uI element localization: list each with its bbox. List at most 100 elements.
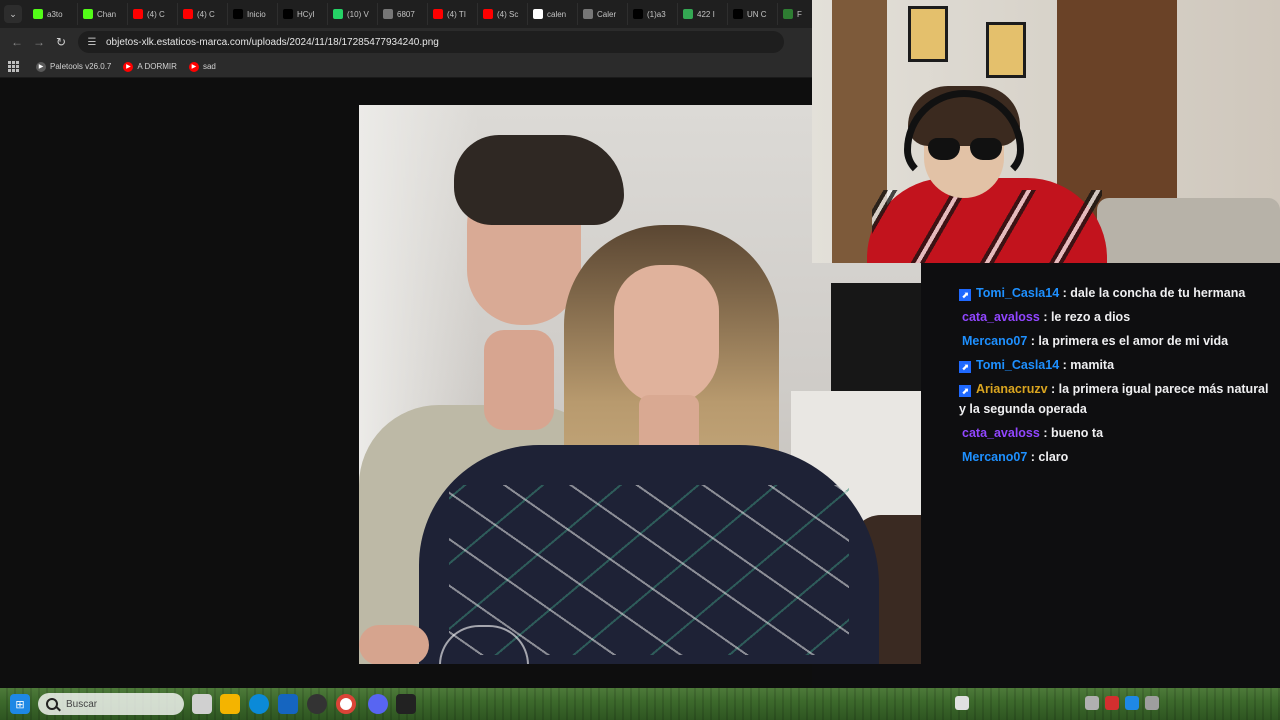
tab-label: Chan: [97, 9, 117, 19]
chrome-icon[interactable]: [336, 694, 356, 714]
file-explorer-icon[interactable]: [220, 694, 240, 714]
tray-icon[interactable]: [955, 696, 969, 710]
browser-tab[interactable]: (10) V: [328, 3, 378, 25]
obs-icon[interactable]: [396, 694, 416, 714]
reload-icon[interactable]: ↻: [50, 31, 72, 53]
chat-username[interactable]: Tomi_Casla14: [976, 358, 1059, 372]
tab-label: Inicio: [247, 9, 266, 19]
tab-label: F: [797, 9, 802, 19]
url-text: objetos-xlk.estaticos-marca.com/uploads/…: [106, 36, 439, 48]
tab-search-icon[interactable]: ⌄: [4, 5, 22, 23]
browser-tab[interactable]: UN C: [728, 3, 778, 25]
back-icon[interactable]: ←: [6, 31, 28, 53]
tray-icon[interactable]: [1085, 696, 1099, 710]
address-bar[interactable]: ☰ objetos-xlk.estaticos-marca.com/upload…: [78, 31, 784, 53]
browser-tab[interactable]: 6807: [378, 3, 428, 25]
youtube-icon: [483, 9, 493, 19]
chat-username[interactable]: Mercano07: [962, 450, 1027, 464]
browser-tab[interactable]: Caler: [578, 3, 628, 25]
tab-label: Caler: [597, 9, 617, 19]
youtube-icon: ▶: [123, 61, 134, 72]
chat-text: la primera es el amor de mi vida: [1038, 334, 1229, 348]
bookmark-item[interactable]: ▶ Paletools v26.0.7: [36, 61, 111, 72]
tab-label: (4) Sc: [497, 9, 519, 19]
chat-separator: :: [1039, 310, 1051, 324]
globe-icon: [583, 9, 593, 19]
chat-message-list: ⬈ Tomi_Casla14 : dale la concha de tu her…: [959, 283, 1280, 467]
tray-icon[interactable]: [1145, 696, 1159, 710]
browser-tab[interactable]: (4) TI: [428, 3, 478, 25]
tab-label: (4) C: [197, 9, 215, 19]
chat-text: le rezo a dios: [1050, 310, 1131, 324]
chat-message: Mercano07 : claro: [959, 447, 1277, 467]
wall-poster: [908, 6, 948, 62]
tray-icon[interactable]: [1105, 696, 1119, 710]
chat-text: mamita: [1070, 358, 1115, 372]
tab-strip: ⌄ a3to Chan (4) C (4) C Inicio HCyI (10) V 6807…: [0, 0, 812, 28]
screen: ⌄ a3to Chan (4) C (4) C Inicio HCyI (10) V 6807…: [0, 0, 1280, 720]
generic-icon: [783, 9, 793, 19]
navigation-bar: ← → ↻ ☰ objetos-xlk.estaticos-marca.com/…: [0, 28, 812, 56]
bookmark-item[interactable]: ▶ A DORMIR: [123, 61, 177, 72]
browser-tab[interactable]: a3to: [28, 3, 78, 25]
chat-text: bueno ta: [1050, 426, 1104, 440]
tab-label: (4) C: [147, 9, 165, 19]
windows-start-icon[interactable]: ⊞: [10, 694, 30, 714]
globe-icon: [383, 9, 393, 19]
sub-badge-icon[interactable]: ⬈: [959, 289, 971, 301]
bookmark-label: A DORMIR: [137, 62, 177, 71]
forward-icon[interactable]: →: [28, 31, 50, 53]
edge-icon[interactable]: [249, 694, 269, 714]
bluetooth-icon[interactable]: [1125, 696, 1139, 710]
photo-tv: [831, 283, 921, 391]
browser-tab[interactable]: Chan: [78, 3, 128, 25]
chat-username[interactable]: Tomi_Casla14: [976, 286, 1059, 300]
chat-panel: ⬈ Tomi_Casla14 : dale la concha de tu her…: [921, 263, 1280, 690]
taskbar-search-placeholder: Buscar: [66, 698, 98, 710]
google-icon: [533, 9, 543, 19]
browser-tab[interactable]: (4) Sc: [478, 3, 528, 25]
browser-tab[interactable]: HCyI: [278, 3, 328, 25]
site-info-icon[interactable]: ☰: [86, 36, 98, 48]
chat-separator: :: [1059, 358, 1071, 372]
bookmark-label: sad: [202, 62, 216, 71]
chat-message: cata_avaloss : le rezo a dios: [959, 307, 1277, 327]
chat-username[interactable]: cata_avaloss: [962, 310, 1040, 324]
chat-separator: :: [1059, 286, 1071, 300]
tab-label: UN C: [747, 9, 767, 19]
chat-message: ⬈ Arianacruzv : la primera igual parece m…: [959, 379, 1277, 419]
bookmark-list: ▶ Paletools v26.0.7 ▶ A DORMIR ▶ sad: [36, 61, 228, 72]
tab-label: 422 I: [697, 9, 715, 19]
browser-tab[interactable]: (4) C: [128, 3, 178, 25]
browser-tab[interactable]: 422 I: [678, 3, 728, 25]
chat-username[interactable]: Arianacruzv: [976, 382, 1048, 396]
apps-grid-icon[interactable]: [8, 60, 20, 73]
tab-label: (4) TI: [447, 9, 466, 19]
chat-message: Mercano07 : la primera es el amor de mi …: [959, 331, 1277, 351]
discord-icon[interactable]: [368, 694, 388, 714]
chat-separator: :: [1027, 334, 1039, 348]
youtube-icon: [133, 9, 143, 19]
app-icon[interactable]: [307, 694, 327, 714]
webcam-feed: [812, 0, 1280, 263]
chat-separator: :: [1027, 450, 1039, 464]
sub-badge-icon[interactable]: ⬈: [959, 361, 971, 373]
store-icon[interactable]: [278, 694, 298, 714]
sunglasses: [928, 138, 1002, 160]
search-icon: [46, 698, 58, 710]
bookmarks-bar: ▶ Paletools v26.0.7 ▶ A DORMIR ▶ sad: [0, 56, 812, 78]
browser-tab[interactable]: (4) C: [178, 3, 228, 25]
browser-tab[interactable]: F: [778, 3, 812, 25]
task-view-icon[interactable]: [192, 694, 212, 714]
browser-tab[interactable]: calen: [528, 3, 578, 25]
chat-username[interactable]: cata_avaloss: [962, 426, 1040, 440]
browser-tab[interactable]: (1)a3: [628, 3, 678, 25]
youtube-icon: [183, 9, 193, 19]
bookmark-item[interactable]: ▶ sad: [188, 61, 216, 72]
browser-tab[interactable]: Inicio: [228, 3, 278, 25]
sub-badge-icon[interactable]: ⬈: [959, 385, 971, 397]
chat-username[interactable]: Mercano07: [962, 334, 1027, 348]
taskbar-search[interactable]: Buscar: [38, 693, 184, 715]
chat-text: claro: [1038, 450, 1069, 464]
maps-icon: [683, 9, 693, 19]
